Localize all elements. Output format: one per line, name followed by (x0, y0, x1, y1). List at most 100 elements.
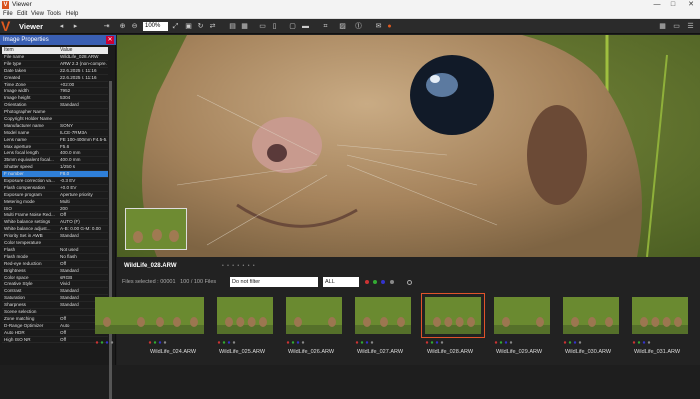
panel-scrollbar[interactable] (109, 81, 112, 399)
filter-select[interactable]: Do not filter (230, 277, 318, 287)
thumbnail[interactable] (355, 297, 411, 334)
layout-icon[interactable]: ▭ (258, 22, 267, 31)
panel-close-button[interactable]: ✕ (106, 36, 114, 44)
single-view-icon[interactable]: ▭ (672, 22, 681, 31)
property-row[interactable]: Creative Style Vivid (2, 281, 108, 289)
warning-icon[interactable]: ⓵ (354, 22, 363, 31)
full-screen-icon[interactable]: ⤢ (171, 22, 180, 31)
record-icon[interactable]: ● (385, 22, 394, 31)
property-row[interactable]: Multi Frame Noise Red... Off (2, 212, 108, 220)
menu-edit[interactable]: Edit (17, 11, 27, 17)
property-row[interactable]: Shutter speed 1/250 s (2, 164, 108, 172)
rotate-icon[interactable]: ↻ (196, 22, 205, 31)
property-row[interactable]: White balance adjust... A-B: 0.00 G-M: 0.… (2, 226, 108, 234)
next-icon[interactable]: ▸ (71, 22, 80, 31)
property-row[interactable]: Scene selection (2, 309, 108, 316)
property-row[interactable]: Exposure correction va... -0.3 EV (2, 178, 108, 185)
property-row[interactable]: Image width 7952 (2, 88, 108, 96)
column-item-header[interactable]: Item (4, 47, 14, 54)
thumbnail[interactable] (286, 297, 342, 334)
property-value: Aperture priority (60, 191, 93, 197)
property-row[interactable]: Exposure program Aperture priority (2, 192, 108, 199)
property-row[interactable]: Time Zone +02:00 (2, 82, 108, 89)
property-row[interactable]: Photographer Name (2, 109, 108, 117)
property-row[interactable]: 35mm equivalent focal... 400.0 mm (2, 157, 108, 165)
menu-tools[interactable]: Tools (47, 11, 61, 17)
blue-label-icon[interactable] (381, 280, 385, 284)
zoom-select[interactable]: 100% (143, 22, 168, 31)
property-row[interactable]: Priority Set in AWB Standard (2, 233, 108, 241)
previous-icon[interactable]: ◂ (57, 22, 66, 31)
property-row[interactable]: Saturation Standard (2, 295, 108, 303)
property-row[interactable]: F number F8.0 (2, 171, 108, 179)
minimize-button[interactable]: — (650, 0, 664, 10)
property-row[interactable]: Auto HDR Off (2, 330, 108, 337)
list-view-icon[interactable]: ☰ (686, 22, 695, 31)
actual-size-icon[interactable]: ▣ (184, 22, 193, 31)
thumbnail[interactable] (421, 293, 485, 338)
gray-label-icon[interactable] (390, 280, 394, 284)
thumbnail[interactable] (95, 297, 151, 334)
green-label-icon[interactable] (373, 280, 377, 284)
thumbnail[interactable] (494, 297, 550, 334)
property-row[interactable]: Date taken 22.6.2025 г. 11:16 (2, 68, 108, 75)
property-row[interactable]: High ISO NR Off (2, 337, 108, 344)
grid-view-icon[interactable]: ▦ (658, 22, 667, 31)
clear-label-icon[interactable] (407, 280, 412, 285)
property-row[interactable]: Model name ILCE-7RM3A (2, 130, 108, 137)
property-value: Not used (60, 246, 79, 252)
crop-icon[interactable]: ⌗ (321, 22, 330, 31)
flip-icon[interactable]: ⇄ (208, 22, 217, 31)
menu-view[interactable]: View (31, 11, 44, 17)
property-row[interactable]: Image height 5304 (2, 95, 108, 103)
property-row[interactable]: Flash mode No flash (2, 254, 108, 261)
property-row[interactable]: Flash compensation +0.0 EV (2, 185, 108, 192)
menu-file[interactable]: File (3, 11, 13, 17)
thumbnail[interactable] (217, 297, 273, 334)
zoom-out-icon[interactable]: ⊖ (130, 22, 139, 31)
menu-help[interactable]: Help (66, 11, 78, 17)
property-row[interactable]: D-Range Optimizer Auto (2, 323, 108, 330)
property-name: Contrast (4, 288, 22, 294)
image-icon[interactable]: ▨ (338, 22, 347, 31)
thumbnail[interactable] (563, 297, 619, 334)
property-row[interactable]: Color space sRGB (2, 275, 108, 282)
zoom-in-icon[interactable]: ⊕ (118, 22, 127, 31)
compare-icon[interactable]: ▤ (228, 22, 237, 31)
thumbnail[interactable] (148, 297, 204, 334)
column-value-header[interactable]: Value (60, 47, 72, 54)
property-row[interactable]: Manufacturer name SONY (2, 123, 108, 130)
histogram-icon[interactable]: ▬ (301, 22, 310, 31)
property-row[interactable]: Sharpness Standard (2, 302, 108, 309)
property-row[interactable]: Zone matching Off (2, 316, 108, 323)
fit-window-icon[interactable]: ⇥ (102, 22, 111, 31)
property-row[interactable]: Copyright Holder Name (2, 116, 108, 123)
property-row[interactable]: Red-eye reduction Off (2, 261, 108, 268)
mode-label[interactable]: Viewer (19, 22, 43, 31)
property-row[interactable]: Flash Not used (2, 247, 108, 254)
property-row[interactable]: Created 22.6.2025 г. 11:16 (2, 75, 108, 82)
property-row[interactable]: Brightness Standard (2, 268, 108, 275)
property-row[interactable]: Contrast Standard (2, 288, 108, 296)
red-label-icon[interactable] (365, 280, 369, 284)
info-icon[interactable]: ▢ (288, 22, 297, 31)
maximize-button[interactable]: □ (666, 0, 680, 10)
rating-filter-select[interactable]: ALL (323, 277, 359, 287)
property-row[interactable]: Max aperture F5.6 (2, 144, 108, 151)
property-row[interactable]: Lens focal length 400.0 mm (2, 150, 108, 158)
property-row[interactable]: Lens name FE 100-400mm F4.5-5... (2, 137, 108, 144)
navigator-minimap[interactable] (125, 208, 187, 250)
grid-icon[interactable]: ▦ (240, 22, 249, 31)
mail-icon[interactable]: ✉ (374, 22, 383, 31)
property-row[interactable]: File name WildLife_028.ARW (2, 54, 108, 61)
thumbnail[interactable] (632, 297, 688, 334)
property-row[interactable]: File type ARW 2.3 (non-compre... (2, 61, 108, 68)
property-row[interactable]: ISO 200 (2, 206, 108, 213)
property-row[interactable]: Color temperature (2, 240, 108, 247)
property-row[interactable]: Orientation Standard (2, 102, 108, 110)
property-row[interactable]: Metering mode Multi (2, 199, 108, 206)
property-row[interactable]: White balance settings AUTO (F) (2, 219, 108, 227)
split-icon[interactable]: ▯ (270, 22, 279, 31)
image-viewer[interactable] (117, 35, 700, 257)
close-window-button[interactable]: ✕ (684, 0, 698, 10)
